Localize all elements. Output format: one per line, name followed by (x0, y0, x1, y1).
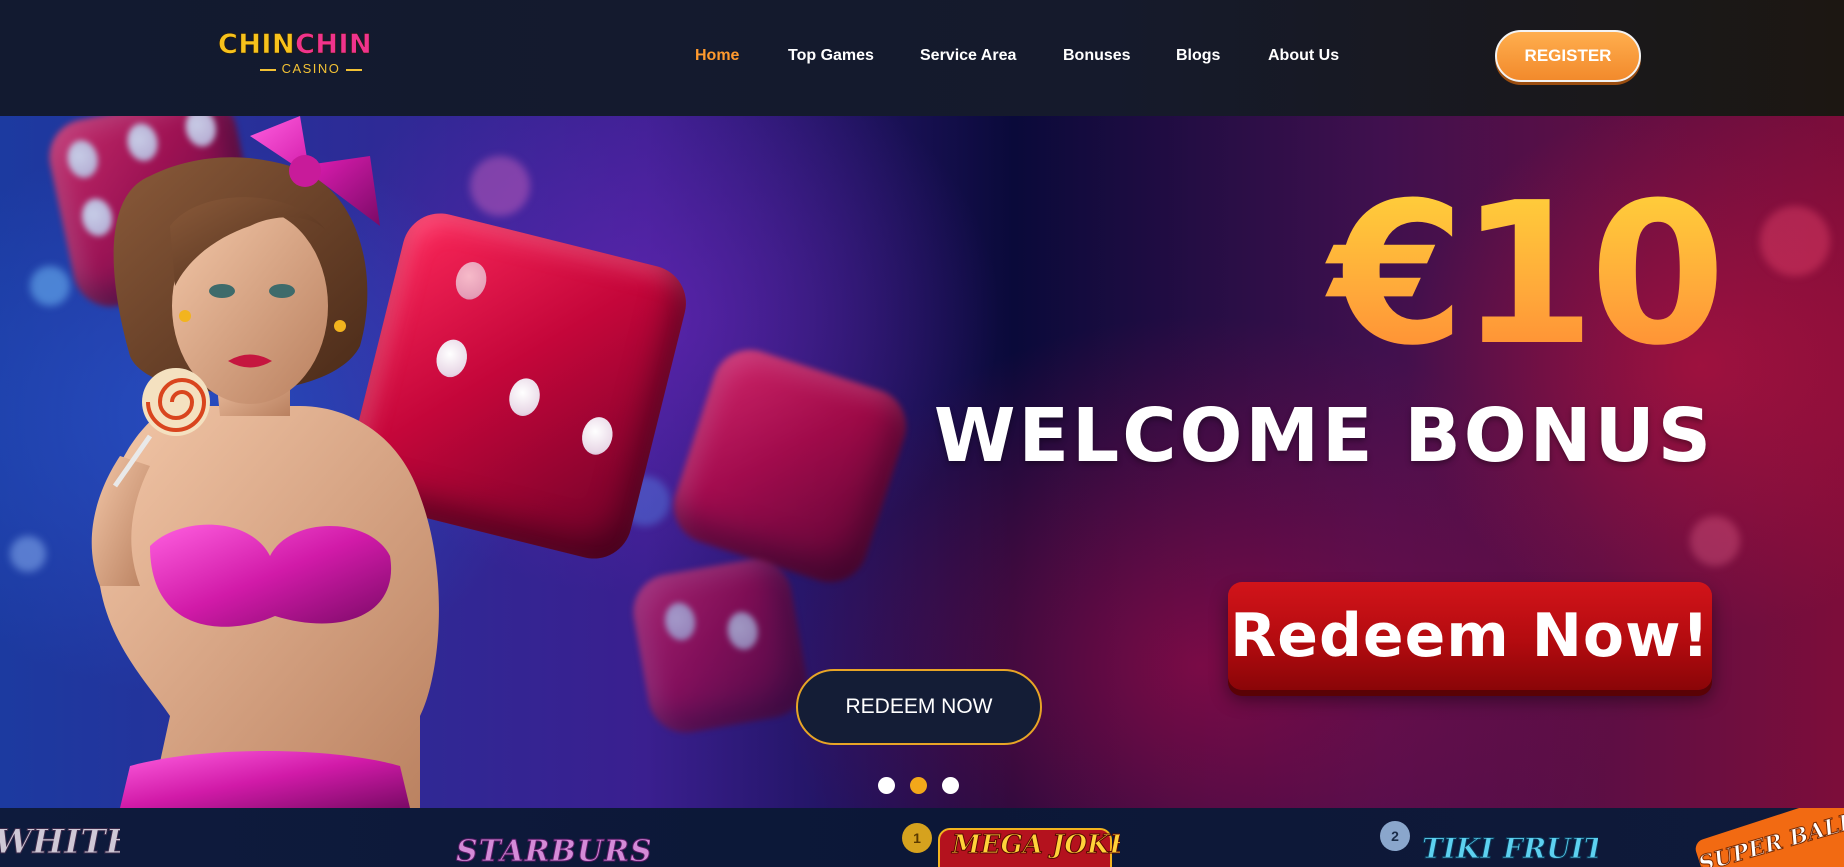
register-button[interactable]: REGISTER (1495, 30, 1641, 82)
game-title: MEGA JOKER (952, 830, 1121, 861)
redeem-now-banner[interactable]: Redeem Now! (1228, 582, 1712, 690)
nav-item-bonuses[interactable]: Bonuses (1063, 46, 1131, 66)
promo-character-illustration (91, 116, 439, 808)
nav-item-blogs[interactable]: Blogs (1176, 46, 1220, 66)
nav-item-home[interactable]: Home (695, 46, 739, 66)
dice-decoration (627, 553, 813, 739)
game-tile-white-rabbit[interactable]: WHITE RABBIT (0, 808, 120, 867)
bokeh-light (1690, 516, 1740, 566)
game-title: STARBURST (456, 834, 651, 867)
carousel-dot-2[interactable] (910, 777, 927, 794)
redeem-now-button[interactable]: REDEEM NOW (796, 669, 1042, 745)
rank-medal-icon: 2 (1380, 821, 1410, 851)
game-tile-mega-joker[interactable]: 1 MEGA JOKER (900, 808, 1120, 867)
hero-banner: €10 WELCOME BONUS Redeem Now! REDEEM NOW (0, 116, 1844, 808)
chin-chin-casino-logo[interactable]: CHINCHIN CASINO (218, 29, 404, 80)
nav-item-service-area[interactable]: Service Area (920, 46, 1016, 66)
logo-subtitle-text: CASINO (281, 61, 341, 76)
logo-word-1: CHIN (218, 29, 296, 60)
logo-subtitle: CASINO (218, 62, 404, 76)
dice-decoration (663, 339, 917, 593)
game-tile-starburst[interactable]: STARBURST (450, 808, 651, 867)
game-tile-tiki-fruit[interactable]: 2 TIKI FRUIT (1378, 808, 1598, 867)
game-tile-super-ball[interactable]: SUPER BALL (1690, 808, 1844, 867)
nav-item-about-us[interactable]: About Us (1268, 46, 1339, 66)
game-title: WHITE RABBIT (0, 822, 120, 863)
welcome-bonus-title: WELCOME BONUS (933, 393, 1714, 479)
nav-item-top-games[interactable]: Top Games (788, 46, 874, 66)
bokeh-light (1760, 206, 1830, 276)
rank-medal-icon: 1 (902, 823, 932, 853)
games-strip: WHITE RABBIT STARBURST 1 MEGA JOKER 2 TI… (0, 808, 1844, 867)
logo-wordmark: CHINCHIN (218, 29, 404, 60)
site-header: CHINCHIN CASINO Home Top Games Service A… (0, 0, 1844, 116)
carousel-dot-1[interactable] (878, 777, 895, 794)
bonus-amount: €10 (1280, 177, 1726, 373)
carousel-dot-3[interactable] (942, 777, 959, 794)
game-title: TIKI FRUIT (1422, 832, 1598, 866)
logo-word-2: CHIN (295, 29, 373, 60)
